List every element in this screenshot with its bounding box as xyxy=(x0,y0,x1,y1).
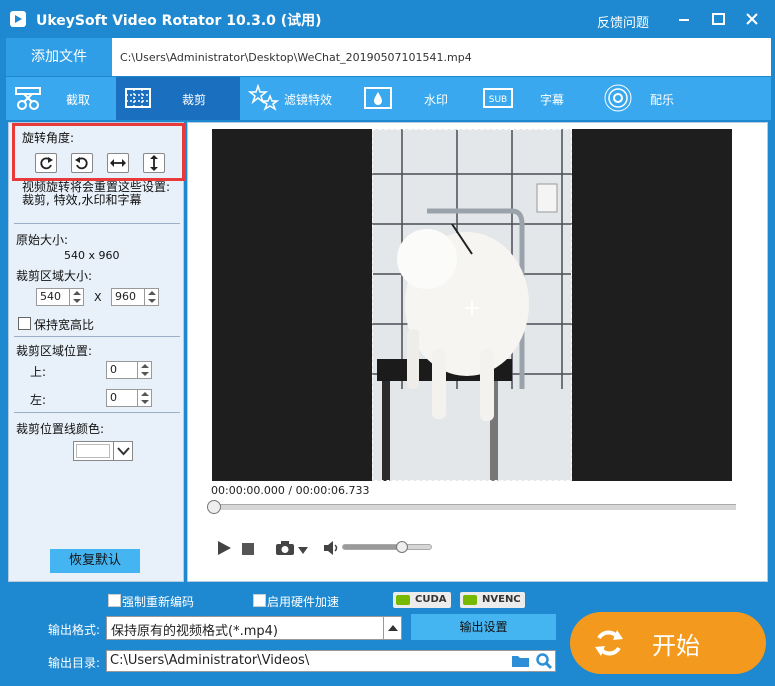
stepper-arrows[interactable] xyxy=(144,289,158,305)
reset-default-button[interactable]: 恢复默认 xyxy=(50,549,140,573)
tab-subtitle[interactable]: SUB 字幕 xyxy=(476,77,594,120)
stepper-arrows[interactable] xyxy=(137,390,151,406)
folder-icon[interactable] xyxy=(511,653,531,669)
stop-icon[interactable] xyxy=(242,543,254,555)
keep-ratio-checkbox[interactable] xyxy=(18,317,31,330)
minimize-icon[interactable] xyxy=(673,8,695,30)
tab-label: 裁剪 xyxy=(182,93,207,107)
seek-handle[interactable] xyxy=(207,500,221,514)
seek-bar[interactable] xyxy=(212,504,736,510)
tab-label: 水印 xyxy=(424,93,449,107)
timecode: 00:00:00.000 / 00:00:06.733 xyxy=(211,484,370,497)
subtitle-icon: SUB xyxy=(483,88,513,108)
stepper-arrows[interactable] xyxy=(69,289,83,305)
line-color-label: 裁剪位置线颜色: xyxy=(16,422,105,436)
output-format-select[interactable]: 保持原有的视频格式(*.mp4) xyxy=(106,616,402,640)
tab-watermark[interactable]: 水印 xyxy=(356,77,474,120)
left-value: 0 xyxy=(110,391,117,404)
color-swatch xyxy=(76,444,110,458)
start-button[interactable]: 开始 xyxy=(570,612,766,674)
crop-position-label: 裁剪区域位置: xyxy=(16,344,93,358)
tab-label: 字幕 xyxy=(540,93,565,107)
tab-crop[interactable]: 裁剪 xyxy=(116,77,240,120)
start-label: 开始 xyxy=(652,632,700,660)
nvenc-badge: NVENC xyxy=(460,592,525,608)
divider xyxy=(14,223,180,224)
file-path-text: C:\Users\Administrator\Desktop\WeChat_20… xyxy=(120,51,472,64)
crop-x-label: X xyxy=(94,291,102,304)
crop-height-value: 960 xyxy=(115,290,136,303)
format-label: 输出格式: xyxy=(48,623,101,637)
original-size-value: 540 x 960 xyxy=(64,249,120,262)
outdir-value: C:\Users\Administrator\Videos\ xyxy=(110,653,310,668)
top-label: 上: xyxy=(30,365,47,379)
crop-icon xyxy=(125,88,151,108)
music-icon xyxy=(604,84,632,112)
outdir-label: 输出目录: xyxy=(48,656,101,670)
crop-width-value: 540 xyxy=(40,290,61,303)
sparkle-effects-icon xyxy=(248,83,280,111)
water-drop-icon xyxy=(364,87,392,109)
tab-label: 滤镜特效 xyxy=(284,93,333,107)
play-icon[interactable] xyxy=(216,540,232,556)
force-reencode-label: 强制重新编码 xyxy=(122,595,195,609)
left-position-stepper[interactable]: 0 xyxy=(106,389,152,407)
camera-icon[interactable] xyxy=(275,540,295,556)
close-icon[interactable] xyxy=(741,8,763,30)
title-bar: UkeySoft Video Rotator 10.3.0 (试用) 反馈问题 xyxy=(0,0,775,38)
add-file-button[interactable]: 添加文件 xyxy=(6,38,112,76)
divider xyxy=(14,336,180,337)
original-size-label: 原始大小: xyxy=(16,233,69,247)
volume-slider[interactable] xyxy=(342,544,432,550)
tab-filters[interactable]: 滤镜特效 xyxy=(242,77,354,120)
crop-width-stepper[interactable]: 540 xyxy=(36,288,84,306)
tab-music[interactable]: 配乐 xyxy=(596,77,702,120)
output-settings-button[interactable]: 输出设置 xyxy=(411,614,556,640)
svg-text:SUB: SUB xyxy=(489,95,507,105)
video-frame-image xyxy=(372,129,572,481)
rotation-note-2: 裁剪, 特效,水印和字幕 xyxy=(22,193,142,207)
volume-fill xyxy=(343,545,402,549)
triangle-up-icon[interactable] xyxy=(383,617,401,639)
tab-trim[interactable]: 截取 xyxy=(6,77,114,120)
top-value: 0 xyxy=(110,363,117,376)
app-logo-icon xyxy=(10,11,26,27)
search-icon[interactable] xyxy=(535,652,553,670)
chevron-down-icon[interactable] xyxy=(113,442,132,460)
tab-label: 截取 xyxy=(66,93,91,107)
file-row: 添加文件 C:\Users\Administrator\Desktop\WeCh… xyxy=(6,38,771,76)
format-value: 保持原有的视频格式(*.mp4) xyxy=(111,624,278,639)
keep-ratio-label: 保持宽高比 xyxy=(34,318,95,332)
top-position-stepper[interactable]: 0 xyxy=(106,361,152,379)
tab-label: 配乐 xyxy=(650,93,675,107)
film-scissors-icon xyxy=(15,87,41,110)
divider xyxy=(14,412,180,413)
hw-accel-label: 启用硬件加速 xyxy=(267,595,340,609)
crop-height-stepper[interactable]: 960 xyxy=(111,288,159,306)
output-directory-field[interactable]: C:\Users\Administrator\Videos\ xyxy=(106,650,556,672)
feature-toolbar: 截取 裁剪 滤镜特效 水印 SUB 字幕 配乐 xyxy=(6,77,771,120)
line-color-picker[interactable] xyxy=(73,441,133,461)
rotation-highlight-box xyxy=(12,123,185,181)
crop-area-size-label: 裁剪区域大小: xyxy=(16,269,93,283)
maximize-icon[interactable] xyxy=(707,8,729,30)
hw-accel-checkbox[interactable] xyxy=(253,594,266,607)
force-reencode-checkbox[interactable] xyxy=(108,594,121,607)
cuda-badge: CUDA xyxy=(393,592,451,608)
snapshot-dropdown-icon[interactable] xyxy=(298,544,308,554)
left-label: 左: xyxy=(30,393,47,407)
stepper-arrows[interactable] xyxy=(137,362,151,378)
window-title: UkeySoft Video Rotator 10.3.0 (试用) xyxy=(36,13,322,29)
volume-icon[interactable] xyxy=(322,540,340,556)
refresh-icon xyxy=(595,630,623,656)
feedback-link[interactable]: 反馈问题 xyxy=(597,12,649,31)
